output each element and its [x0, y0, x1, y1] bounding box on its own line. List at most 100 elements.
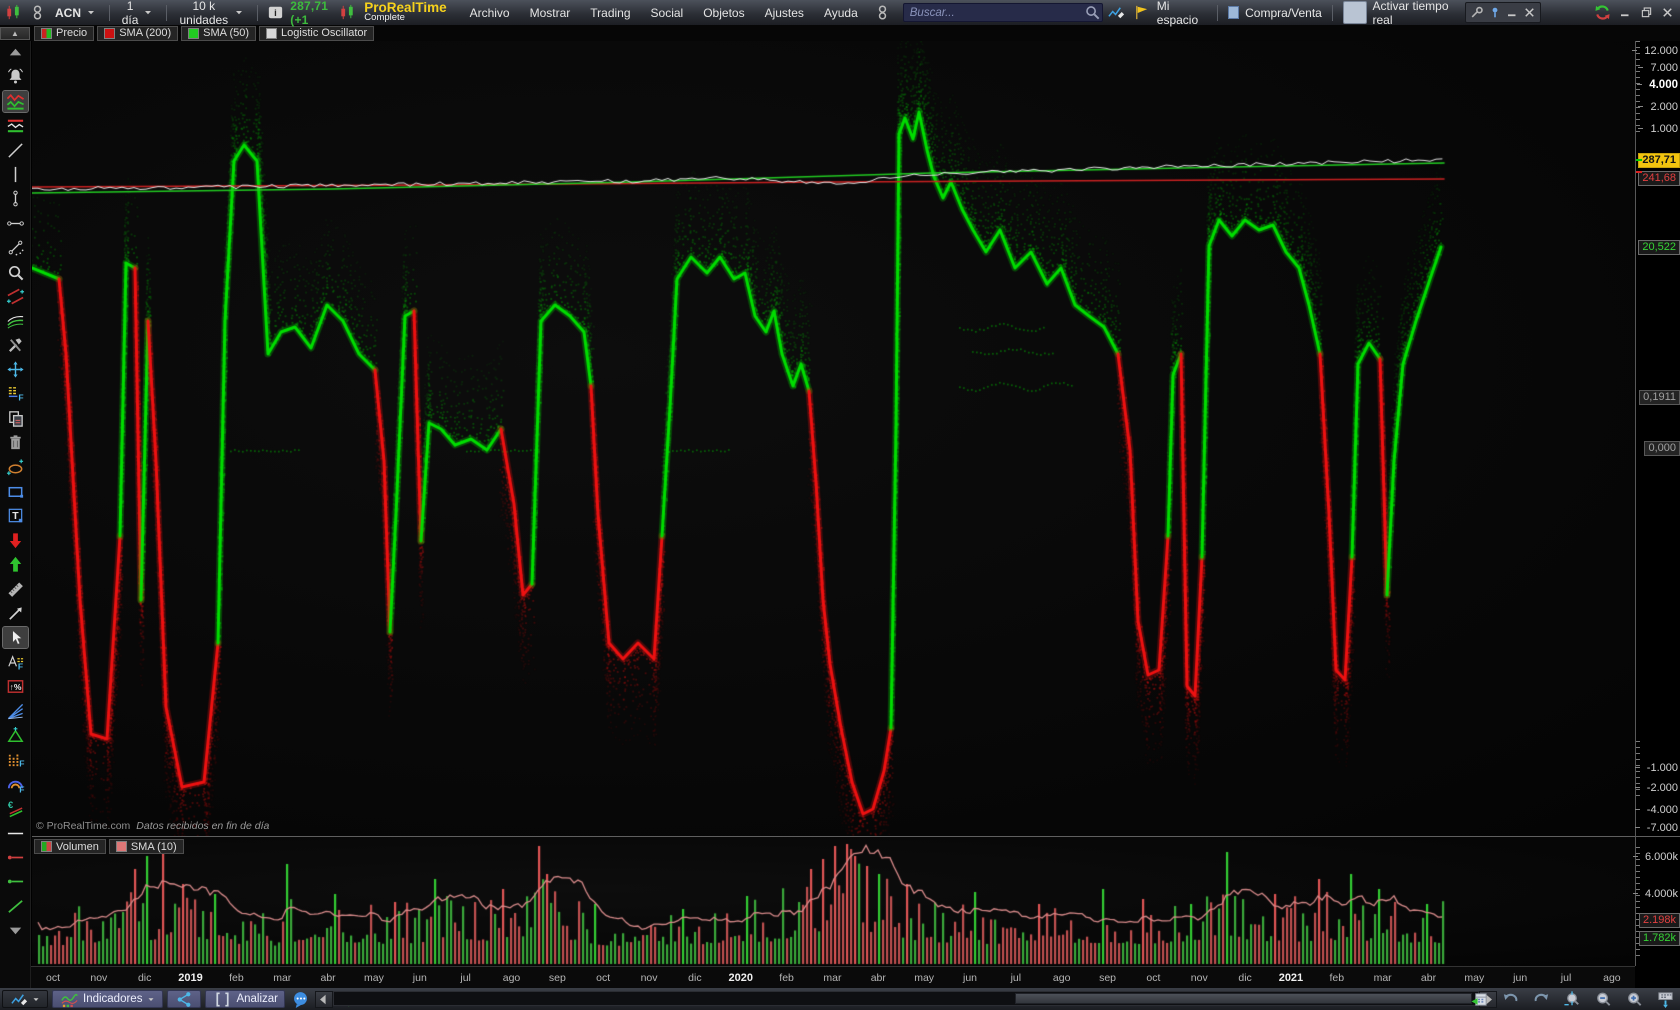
refresh-icon[interactable] [1593, 3, 1612, 23]
scroll-left-button[interactable] [315, 991, 333, 1008]
activar-tiempo-real-button[interactable]: Activar tiempo real [1373, 0, 1459, 27]
time-axis-label: may [1464, 972, 1485, 984]
legend-item[interactable]: SMA (200) [97, 25, 179, 41]
share-button[interactable] [167, 990, 202, 1008]
price-lines-icon[interactable] [3, 115, 28, 136]
percent-change-icon[interactable]: ↑% [3, 676, 28, 697]
symbol-selector[interactable]: ACN [52, 6, 100, 20]
trend-line-icon[interactable] [3, 140, 28, 161]
move-icon[interactable] [3, 359, 28, 380]
close-window-icon[interactable] [1660, 5, 1675, 21]
menu-trading[interactable]: Trading [580, 6, 640, 20]
indicator-config-icon[interactable]: F [3, 383, 28, 404]
chat-button[interactable] [289, 990, 311, 1008]
menu-ajustes[interactable]: Ajustes [755, 6, 814, 20]
extended-segment-icon[interactable] [3, 237, 28, 258]
time-scrollbar[interactable] [315, 991, 1497, 1008]
redo-button[interactable] [1530, 989, 1552, 1009]
text-icon[interactable]: T [3, 505, 28, 526]
zoom-out-button[interactable] [1592, 989, 1614, 1009]
trash-icon[interactable] [3, 432, 28, 453]
scrollbar-thumb[interactable] [1014, 993, 1473, 1004]
currency-overlay-icon[interactable]: € [3, 798, 28, 819]
menu-objetos[interactable]: Objetos [693, 6, 754, 20]
separator [109, 4, 110, 21]
alerts-icon[interactable] [3, 66, 28, 87]
ellipse-icon[interactable] [3, 457, 28, 478]
rectangle-icon[interactable] [3, 481, 28, 502]
arrow-line-icon[interactable] [3, 603, 28, 624]
trend-line-green-icon[interactable] [3, 896, 28, 917]
horizontal-line-icon[interactable] [3, 823, 28, 844]
legend-item[interactable]: Logistic Oscillator [259, 25, 375, 41]
units-selector[interactable]: 10 k unidades [176, 0, 247, 27]
close-chart-icon[interactable] [1522, 5, 1537, 21]
go-to-date-button[interactable] [1468, 989, 1490, 1009]
legend-item[interactable]: SMA (50) [181, 25, 257, 41]
time-axis-label: 2019 [178, 972, 203, 984]
scrollbar-track[interactable] [333, 991, 1479, 1006]
sell-arrow-icon[interactable] [3, 530, 28, 551]
vertical-segment-icon[interactable] [3, 188, 28, 209]
compra-venta-button[interactable]: Compra/Venta [1245, 6, 1322, 20]
minimize-window-icon[interactable] [1618, 5, 1633, 21]
menu-social[interactable]: Social [641, 6, 694, 20]
alert-line-red-icon[interactable] [3, 847, 28, 868]
menu-mostrar[interactable]: Mostrar [520, 6, 581, 20]
price-axis[interactable]: 20.00012.0007.0004.0002.0001.000-1.000-2… [1632, 29, 1680, 966]
ruler-icon[interactable] [3, 579, 28, 600]
chart-list-button[interactable] [2, 990, 48, 1008]
mi-espacio-button[interactable]: Mi espacio [1157, 0, 1207, 27]
chevron-down-icon [85, 7, 97, 19]
volume-legend-item[interactable]: SMA (10) [108, 839, 184, 854]
undo-button[interactable] [1499, 989, 1521, 1009]
triangle-icon[interactable] [3, 725, 28, 746]
flag-icon[interactable] [1132, 3, 1151, 23]
timeframe-selector[interactable]: 1 día [119, 0, 158, 27]
scroll-down-icon[interactable] [3, 920, 28, 941]
zoom-icon[interactable] [3, 262, 28, 283]
histogram-icon[interactable]: F [3, 749, 28, 770]
scroll-up-icon[interactable] [3, 42, 28, 63]
link-windows-icon[interactable] [28, 3, 47, 23]
buy-arrow-icon[interactable] [3, 554, 28, 575]
collapse-legend-button[interactable]: ▲ [0, 26, 30, 40]
time-axis[interactable]: oct nov dic 2019 feb mar abr may jun jul ago sep oct… [0, 966, 1635, 989]
restore-window-icon[interactable] [1639, 5, 1654, 21]
vertical-line-icon[interactable] [3, 164, 28, 185]
oscillator-chart-canvas[interactable] [32, 41, 1635, 836]
horizontal-segment-icon[interactable] [3, 213, 28, 234]
pane-divider[interactable] [32, 836, 1680, 837]
cursor-icon[interactable] [1, 626, 29, 650]
link-search-icon[interactable] [873, 3, 892, 23]
menu-archivo[interactable]: Archivo [460, 6, 520, 20]
chart-style-icon[interactable] [1, 89, 29, 113]
alert-line-green-icon[interactable] [3, 871, 28, 892]
volume-pane[interactable]: Volumen SMA (10) [32, 837, 1635, 966]
annotation-icon[interactable]: F [3, 652, 28, 673]
minimize-chart-icon[interactable] [1505, 5, 1520, 21]
zoom-fit-button[interactable] [1561, 989, 1583, 1009]
legend-item[interactable]: Precio [34, 25, 95, 41]
volume-chart-canvas[interactable] [32, 837, 1635, 966]
main-chart-pane[interactable]: © ProRealTime.com Datos recibidos en fin … [32, 41, 1635, 836]
chart-edit-icon[interactable] [1107, 3, 1126, 23]
zoom-in-button[interactable] [1623, 989, 1645, 1009]
menu-ayuda[interactable]: Ayuda [814, 6, 868, 20]
indicators-button[interactable]: Indicadores [52, 990, 164, 1008]
info-icon[interactable]: i [266, 3, 285, 23]
price-tag: 1.782k [1638, 931, 1680, 946]
pin-icon[interactable] [1487, 5, 1503, 21]
pitchfork-icon[interactable] [3, 310, 28, 331]
fan-lines-icon[interactable] [3, 701, 28, 722]
copy-icon[interactable] [3, 408, 28, 429]
search-icon[interactable] [1083, 2, 1103, 22]
detach-panel-button[interactable] [1654, 989, 1676, 1009]
volume-legend-item[interactable]: Volumen [34, 839, 106, 854]
settings-icon[interactable] [1469, 5, 1485, 21]
arcs-icon[interactable]: F [3, 774, 28, 795]
analyze-button[interactable]: Analizar [205, 990, 286, 1008]
tools-icon[interactable] [3, 335, 28, 356]
channel-icon[interactable] [3, 286, 28, 307]
search-input[interactable] [902, 3, 1103, 22]
